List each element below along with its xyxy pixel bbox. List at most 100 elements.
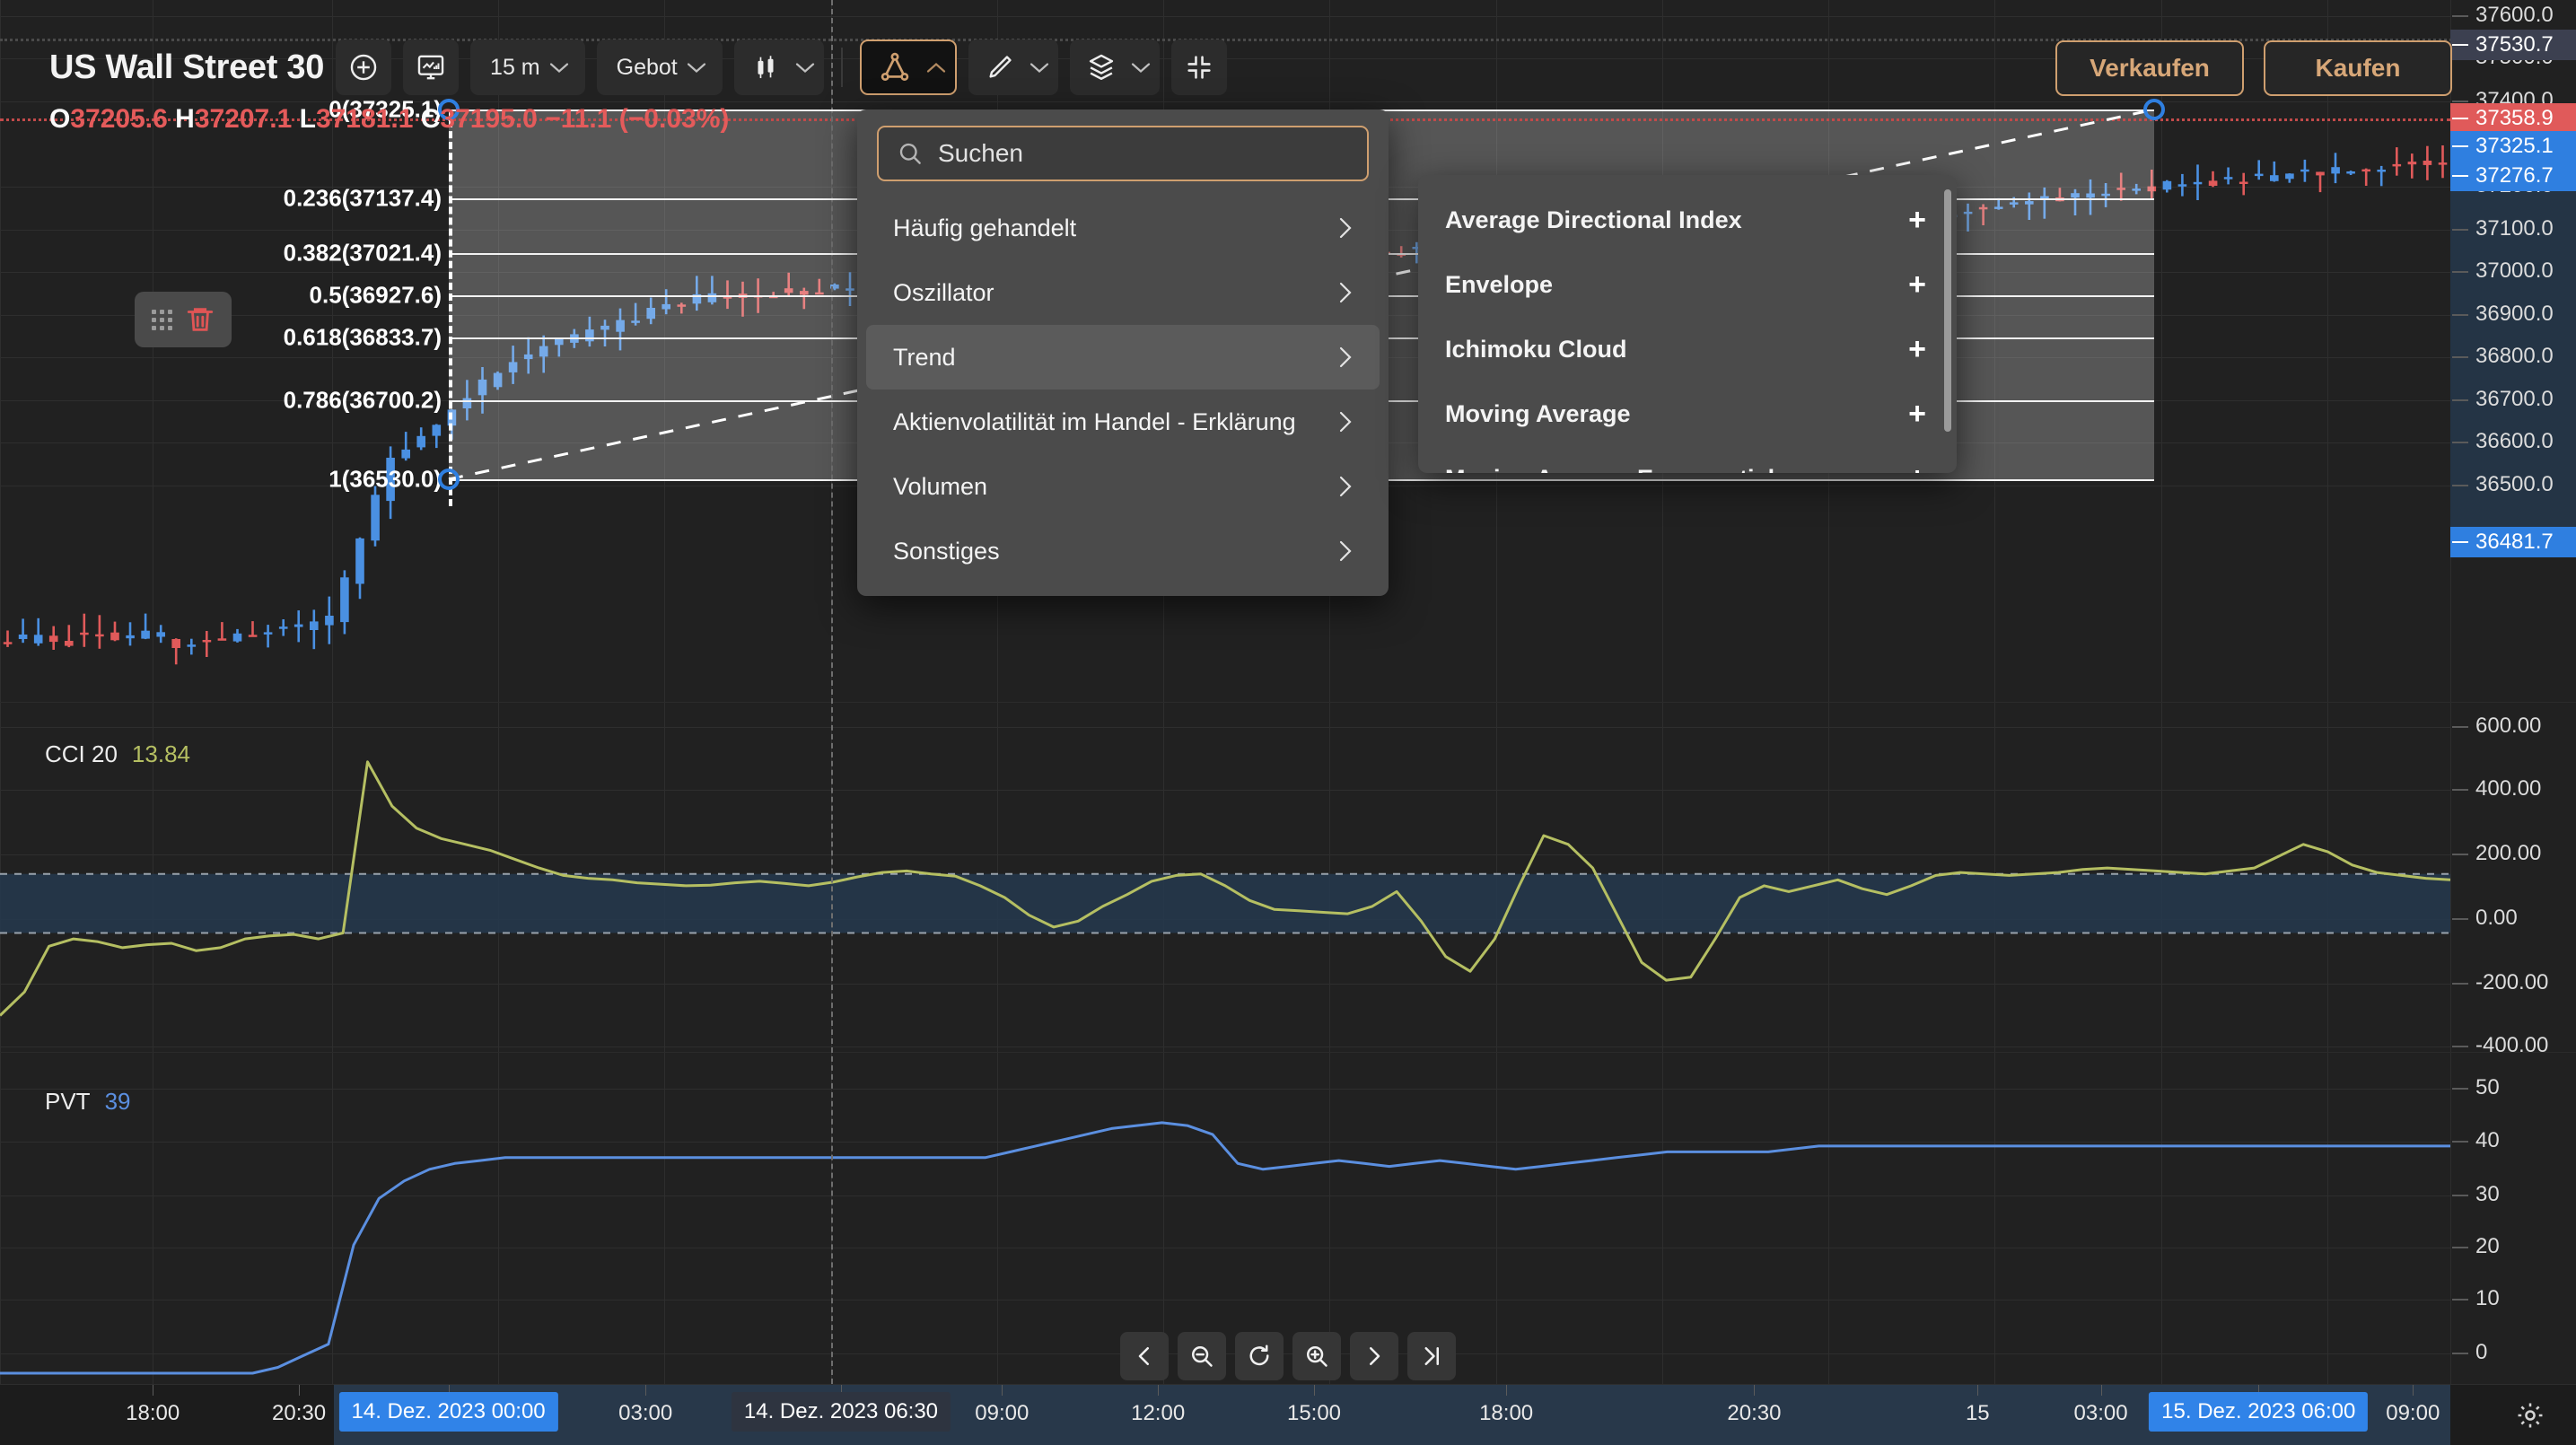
indicator-search-box[interactable]: [877, 126, 1369, 181]
time-axis-label: 15: [1965, 1401, 1990, 1425]
time-axis-label: 15:00: [1286, 1401, 1342, 1425]
price-axis[interactable]: 37600.037500.037400.037200.037100.037000…: [2450, 0, 2576, 1384]
chevron-down-icon: [1030, 62, 1049, 74]
cci-axis-tick: -200.00: [2450, 970, 2576, 994]
chevron-right-icon: [1338, 216, 1353, 240]
price-type-selector[interactable]: Gebot: [596, 39, 723, 95]
magnifier-plus-icon: [1303, 1343, 1330, 1370]
chart-navigation-controls[interactable]: [1120, 1332, 1456, 1380]
ohlc-close-key: C: [420, 104, 441, 134]
plus-icon[interactable]: +: [1908, 398, 1926, 429]
chart-settings-icon[interactable]: [2515, 1400, 2545, 1431]
plus-icon[interactable]: +: [1908, 205, 1926, 235]
time-axis-tick: [1002, 1385, 1003, 1396]
cci-legend[interactable]: CCI 20 13.84: [45, 740, 190, 768]
trend-indicator-submenu[interactable]: Average Directional Index + Envelope + Ichim…: [1418, 175, 1957, 473]
scroll-end-button[interactable]: [1407, 1332, 1456, 1380]
submenu-item-2[interactable]: Ichimoku Cloud +: [1418, 317, 1957, 381]
time-axis-label: 15. Dez. 2023 06:00: [2149, 1392, 2369, 1432]
price-axis-tag: 37358.9: [2450, 103, 2576, 134]
indicators-button[interactable]: [859, 39, 957, 95]
menu-item-2[interactable]: Trend: [866, 325, 1380, 390]
collapse-icon: [1184, 52, 1214, 83]
submenu-item-label: Moving Average Exponential: [1445, 465, 1774, 474]
chevron-down-icon: [687, 62, 706, 74]
fibonacci-handle-1[interactable]: [438, 469, 460, 490]
ohlc-high-key: H: [175, 104, 195, 134]
menu-item-3[interactable]: Aktienvolatilität im Handel - Erklärung: [866, 390, 1380, 454]
submenu-item-1[interactable]: Envelope +: [1418, 252, 1957, 317]
chevron-down-icon: [795, 62, 815, 74]
price-axis-tick: 36600.0: [2450, 429, 2576, 453]
drag-handle-icon[interactable]: [151, 309, 172, 330]
monitor-chart-icon: [416, 52, 446, 83]
chart-type-selector[interactable]: [733, 39, 824, 95]
cci-legend-value: 13.84: [131, 740, 190, 767]
fibonacci-handle-2[interactable]: [2143, 99, 2165, 120]
time-axis[interactable]: 18:00 20:30 14. Dez. 2023 00:00 03:00 14. De…: [0, 1384, 2576, 1445]
price-axis-tick: 37600.0: [2450, 3, 2576, 27]
pvt-axis-tick: 0: [2450, 1340, 2576, 1364]
menu-item-4[interactable]: Volumen: [866, 454, 1380, 519]
time-axis-label: 14. Dez. 2023 06:30: [731, 1392, 951, 1432]
ohlc-low-key: L: [299, 104, 316, 134]
menu-item-label: Sonstiges: [893, 537, 1000, 565]
scroll-right-button[interactable]: [1350, 1332, 1398, 1380]
collapse-fullscreen-button[interactable]: [1170, 39, 1227, 95]
cci-legend-name: CCI 20: [45, 740, 118, 767]
menu-item-0[interactable]: Häufig gehandelt: [866, 196, 1380, 260]
time-axis-tick: [1754, 1385, 1756, 1396]
plus-icon[interactable]: +: [1908, 269, 1926, 300]
layers-button[interactable]: [1069, 39, 1160, 95]
ohlc-change: −11.1 (−0.03%): [545, 104, 730, 134]
add-instrument-button[interactable]: [336, 39, 392, 95]
trash-icon[interactable]: [185, 304, 215, 335]
time-axis-label: 20:30: [272, 1401, 327, 1425]
timeframe-selector[interactable]: 15 m: [470, 39, 585, 95]
indicator-category-menu[interactable]: Häufig gehandelt Oszillator Trend Aktienvol…: [857, 109, 1389, 596]
submenu-scrollbar[interactable]: [1944, 189, 1951, 432]
zoom-in-button[interactable]: [1292, 1332, 1341, 1380]
chevron-up-icon: [926, 62, 946, 74]
search-input[interactable]: [938, 139, 1349, 168]
price-axis-tag: 37530.7: [2450, 30, 2576, 60]
drawing-tools-button[interactable]: [968, 39, 1058, 95]
sell-button[interactable]: Verkaufen: [2055, 40, 2244, 96]
chevron-right-icon: [1338, 410, 1353, 434]
price-axis-tick: 36700.0: [2450, 387, 2576, 411]
menu-item-1[interactable]: Oszillator: [866, 260, 1380, 325]
chevron-right-icon: [1338, 281, 1353, 304]
magnifier-minus-icon: [1188, 1343, 1215, 1370]
cci-pane[interactable]: [0, 702, 2576, 1050]
pvt-legend[interactable]: PVT 39: [45, 1088, 131, 1116]
time-axis-label: 09:00: [975, 1401, 1030, 1425]
chart-window-button[interactable]: [403, 39, 460, 95]
buy-button[interactable]: Kaufen: [2264, 40, 2452, 96]
chevron-left-icon: [1131, 1343, 1158, 1370]
cci-axis-tick: 200.00: [2450, 841, 2576, 865]
ohlc-low-value: 37181.1: [315, 104, 414, 134]
fibonacci-level-label: 1(36530.0): [329, 465, 442, 493]
price-axis-tick: 37400.0: [2450, 88, 2576, 112]
skip-to-end-icon: [1418, 1343, 1445, 1370]
reset-chart-button[interactable]: [1235, 1332, 1284, 1380]
submenu-item-label: Ichimoku Cloud: [1445, 335, 1627, 363]
price-axis-tick: 36800.0: [2450, 344, 2576, 368]
fibonacci-level-label: 0.382(37021.4): [283, 239, 442, 267]
plus-icon[interactable]: +: [1908, 463, 1926, 473]
price-axis-tag: 37276.7: [2450, 161, 2576, 191]
submenu-item-3[interactable]: Moving Average +: [1418, 381, 1957, 446]
submenu-item-4[interactable]: Moving Average Exponential +: [1418, 446, 1957, 473]
delete-drawing-widget[interactable]: [135, 292, 232, 347]
menu-item-5[interactable]: Sonstiges: [866, 519, 1380, 583]
submenu-item-0[interactable]: Average Directional Index +: [1418, 188, 1957, 252]
scroll-left-button[interactable]: [1120, 1332, 1169, 1380]
menu-item-label: Aktienvolatilität im Handel - Erklärung: [893, 407, 1296, 435]
refresh-icon: [1246, 1343, 1273, 1370]
fibonacci-level-label: 0.236(37137.4): [283, 184, 442, 212]
menu-item-label: Oszillator: [893, 278, 994, 306]
zoom-out-button[interactable]: [1178, 1332, 1226, 1380]
ohlc-open-value: 37205.6: [70, 104, 168, 134]
cci-axis-tick: 0.00: [2450, 906, 2576, 930]
plus-icon[interactable]: +: [1908, 334, 1926, 364]
